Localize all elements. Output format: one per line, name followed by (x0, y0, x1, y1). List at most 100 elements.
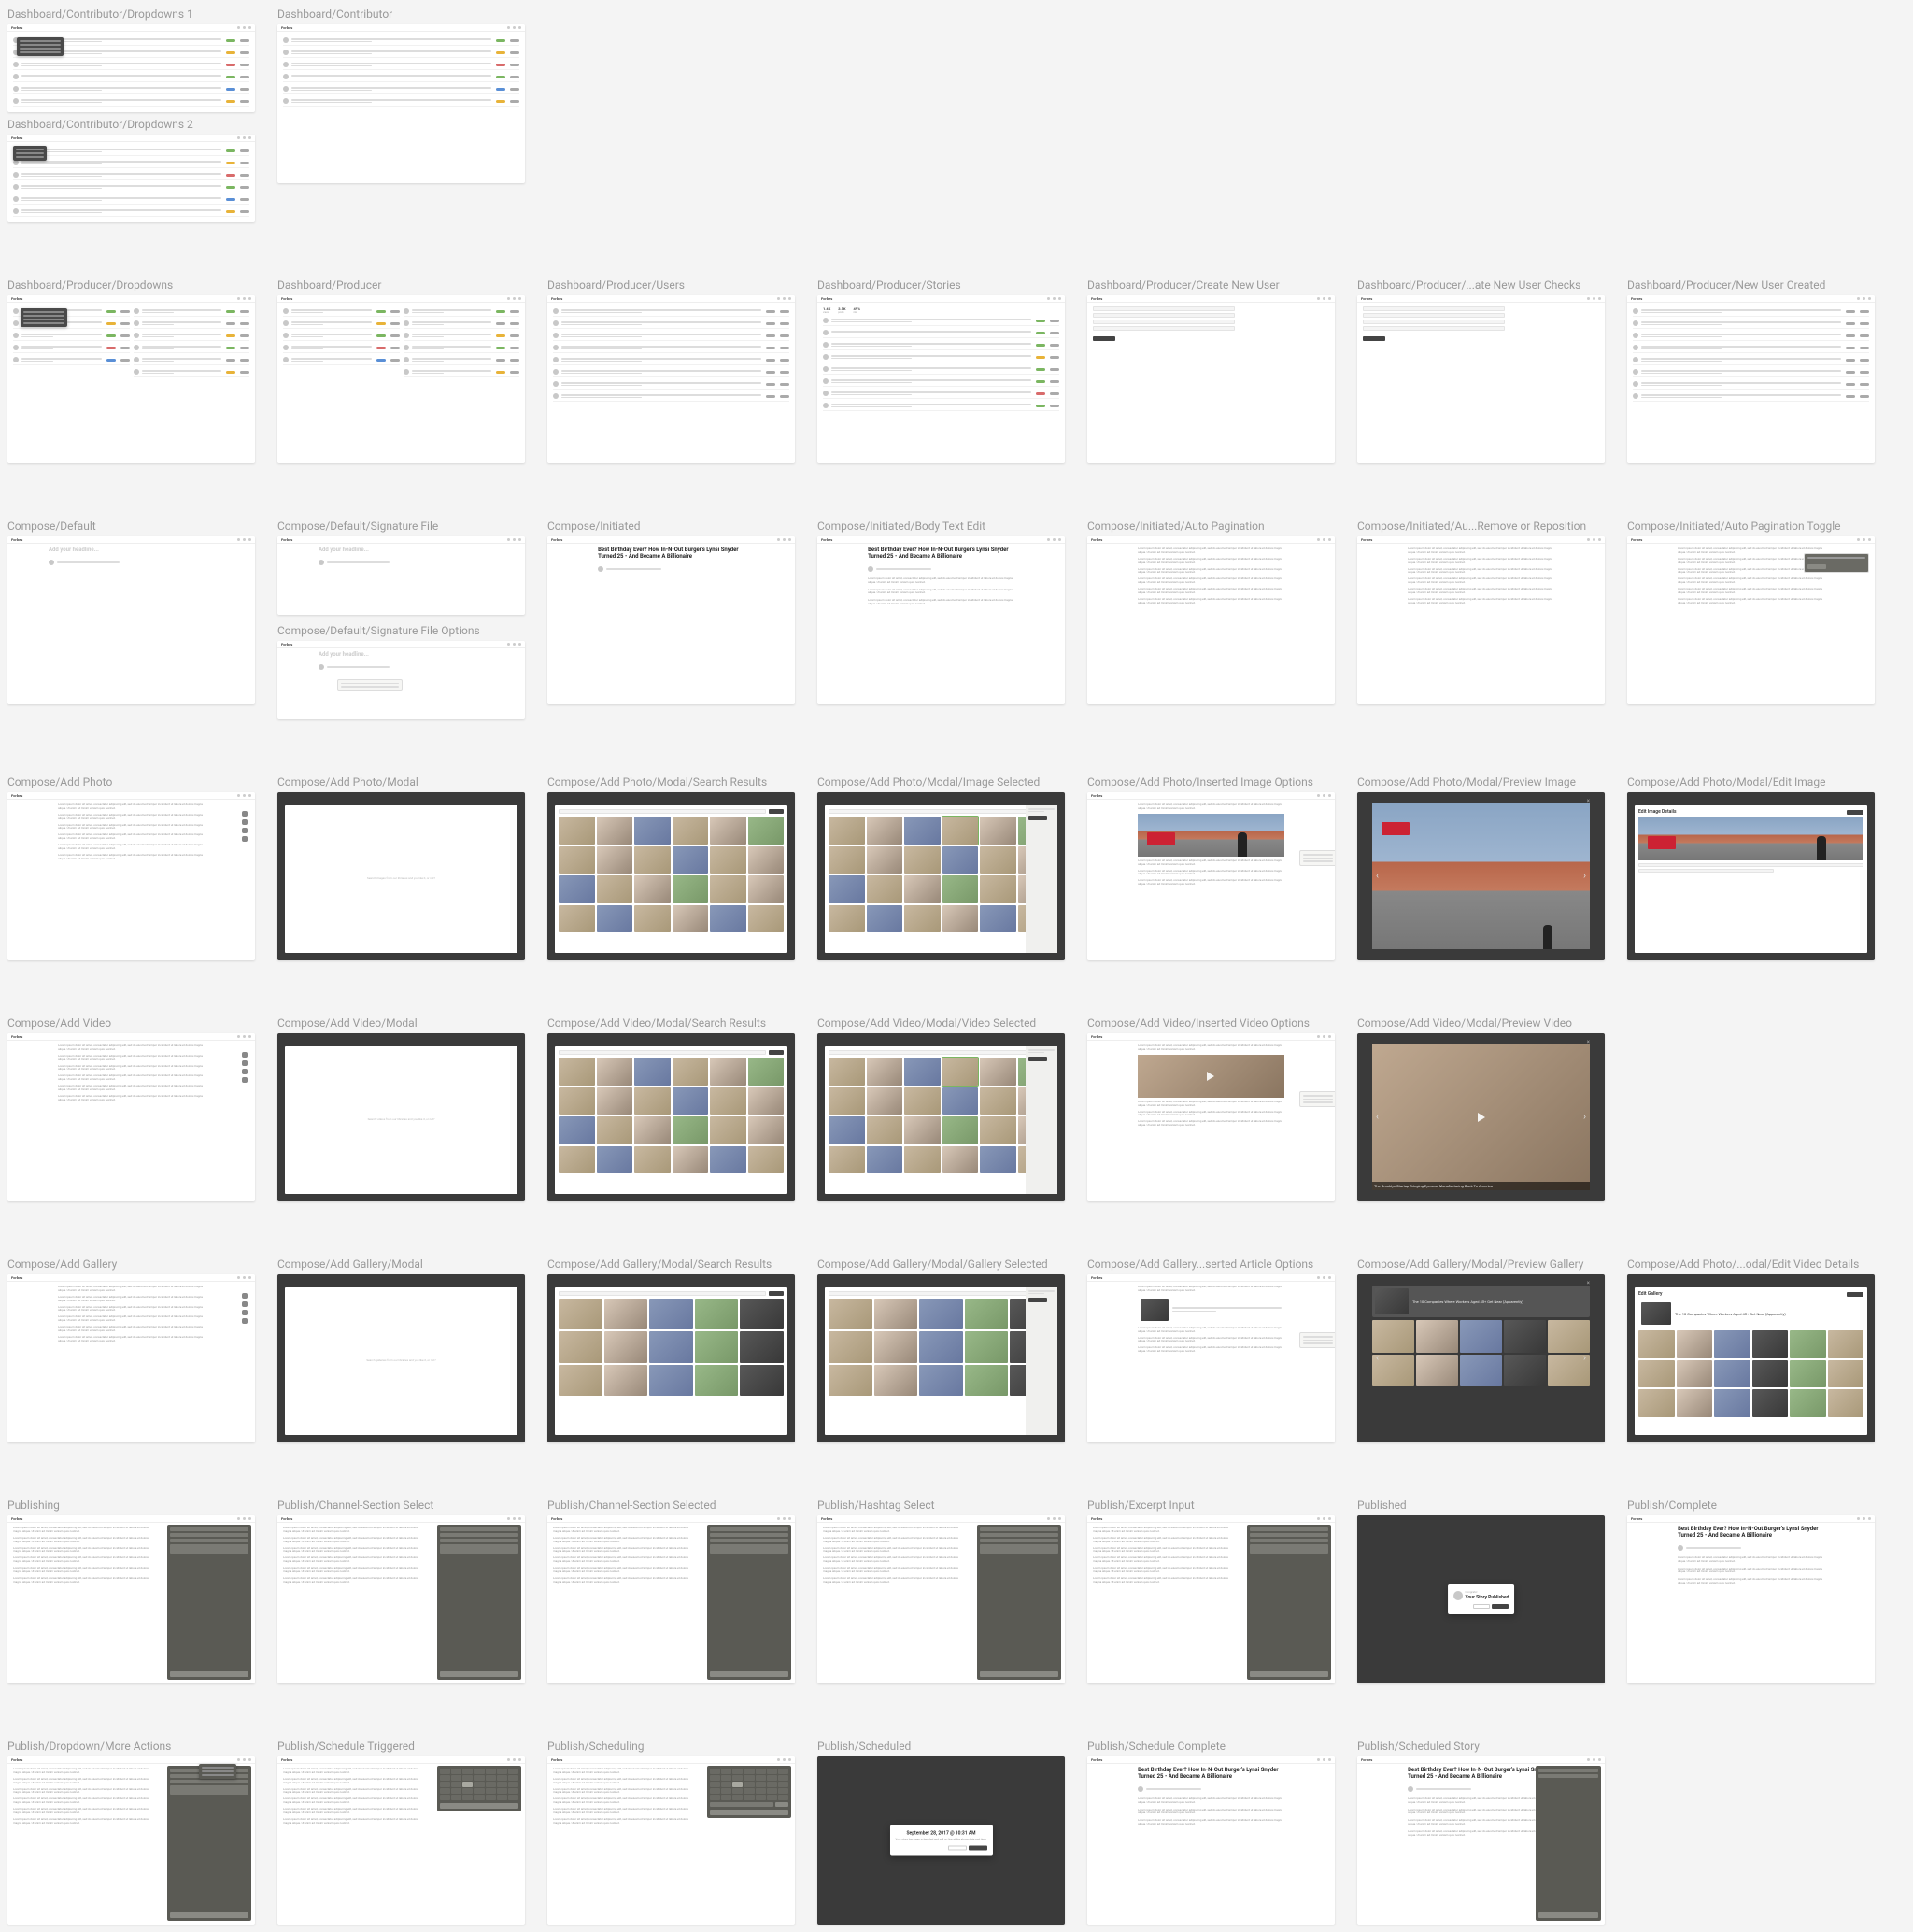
close-icon[interactable]: × (1587, 1280, 1590, 1286)
calendar-day[interactable] (732, 1795, 743, 1800)
thumbnail[interactable] (829, 1058, 865, 1086)
calendar-day[interactable] (508, 1769, 518, 1774)
gallery-slide-thumb[interactable] (1714, 1330, 1750, 1358)
calendar-day[interactable] (451, 1782, 461, 1787)
thumbnail[interactable] (829, 1116, 865, 1144)
calendar-day[interactable] (710, 1775, 720, 1781)
calendar-day[interactable] (474, 1788, 484, 1794)
artboard[interactable]: Forbes Lorem ipsum dolor sit amet, conse… (817, 1515, 1065, 1683)
artboard[interactable]: Forbes Lorem ipsum dolor sit amet, conse… (1087, 1033, 1335, 1201)
insert-button[interactable] (1028, 1057, 1047, 1061)
list-item[interactable] (13, 84, 249, 94)
list-item[interactable] (553, 306, 789, 317)
list-item[interactable] (13, 60, 249, 70)
channel-select[interactable] (980, 1527, 1058, 1531)
thumbnail[interactable] (634, 905, 671, 933)
thumbnail[interactable] (748, 1058, 785, 1086)
calendar-day[interactable] (508, 1775, 518, 1781)
calendar-day[interactable] (440, 1782, 450, 1787)
publish-button[interactable] (170, 1912, 248, 1918)
thumbnail[interactable] (597, 875, 633, 903)
thumbnail[interactable] (673, 846, 709, 874)
artboard[interactable]: Forbes Best Birthday Ever? How In-N-Out … (817, 536, 1065, 704)
add-video-icon[interactable] (242, 1301, 248, 1307)
artboard[interactable] (547, 1033, 795, 1201)
list-item[interactable] (553, 391, 789, 402)
thumbnail[interactable] (673, 875, 709, 903)
section-select[interactable] (710, 1533, 788, 1537)
thumbnail[interactable] (559, 1087, 595, 1115)
gallery-thumbnail[interactable] (965, 1365, 1009, 1396)
calendar-day[interactable] (744, 1788, 754, 1794)
next-arrow-icon[interactable]: › (1583, 1113, 1586, 1123)
calendar-day[interactable] (462, 1782, 473, 1787)
calendar[interactable] (437, 1766, 521, 1811)
schedule-button[interactable] (710, 1810, 788, 1815)
list-item[interactable] (404, 319, 520, 329)
artboard[interactable]: Forbes Lorem ipsum dolor sit amet, conse… (1627, 536, 1875, 704)
artboard[interactable]: Forbes Lorem ipsum dolor sit amet, conse… (1087, 536, 1335, 704)
thumbnail[interactable] (597, 846, 633, 874)
text-input[interactable] (1363, 313, 1505, 318)
insert-button[interactable] (1028, 1298, 1047, 1302)
list-item[interactable] (283, 48, 519, 58)
calendar-day[interactable] (451, 1788, 461, 1794)
submit-button[interactable] (1363, 336, 1385, 341)
search-input[interactable] (829, 1050, 1036, 1055)
gallery-thumbnail[interactable] (695, 1331, 739, 1362)
artboard[interactable]: Forbes Best Birthday Ever? How In-N-Out … (547, 536, 795, 704)
thumbnail[interactable] (673, 1116, 709, 1144)
gallery-slide-thumb[interactable] (1752, 1330, 1789, 1358)
gallery-slide-thumb[interactable] (1790, 1360, 1826, 1388)
thumbnail[interactable] (942, 905, 979, 933)
artboard[interactable]: Forbes (1087, 295, 1335, 463)
hashtag-input[interactable] (170, 1780, 248, 1783)
thumbnail[interactable] (634, 1087, 671, 1115)
thumbnail[interactable] (980, 875, 1016, 903)
calendar-day[interactable] (474, 1775, 484, 1781)
gallery-slide-thumb[interactable] (1677, 1389, 1713, 1417)
thumbnail[interactable] (829, 1146, 865, 1174)
list-item[interactable] (823, 316, 1059, 326)
list-item[interactable] (13, 331, 130, 341)
thumbnail[interactable] (904, 1146, 941, 1174)
artboard[interactable]: Forbes Lorem ipsum dolor sit amet, conse… (1087, 1274, 1335, 1442)
artboard[interactable]: Forbes Lorem ipsum dolor sit amet, conse… (7, 1515, 255, 1683)
headline-input[interactable]: Add your headline... (49, 547, 214, 554)
list-item[interactable] (553, 343, 789, 353)
calendar-day[interactable] (710, 1769, 720, 1774)
publish-button[interactable] (980, 1671, 1058, 1677)
artboard[interactable]: Forbes (7, 24, 255, 112)
inserted-gallery-card[interactable] (1138, 1296, 1284, 1324)
dropdown-menu[interactable] (21, 308, 67, 327)
caption-input[interactable] (1638, 863, 1863, 867)
thumbnail[interactable] (673, 1058, 709, 1086)
schedule-button[interactable] (440, 1803, 518, 1809)
calendar-day[interactable] (508, 1788, 518, 1794)
search-input[interactable] (559, 1291, 766, 1296)
thumbnail[interactable] (980, 846, 1016, 874)
list-item[interactable] (553, 367, 789, 377)
thumbnail[interactable] (748, 1087, 785, 1115)
gallery-slide-thumb[interactable] (1638, 1389, 1675, 1417)
list-item[interactable] (1633, 343, 1869, 353)
calendar-day[interactable] (462, 1775, 473, 1781)
gallery-slide-thumb[interactable] (1752, 1389, 1789, 1417)
list-item[interactable] (823, 389, 1059, 399)
calendar-day[interactable] (486, 1769, 496, 1774)
thumbnail[interactable] (673, 817, 709, 845)
list-item[interactable] (823, 401, 1059, 411)
list-item[interactable] (13, 146, 249, 156)
thumbnail[interactable] (673, 1087, 709, 1115)
thumbnail[interactable] (597, 1087, 633, 1115)
list-item[interactable] (1633, 306, 1869, 317)
gallery-thumbnail[interactable] (965, 1299, 1009, 1329)
artboard[interactable]: Forbes (277, 24, 525, 183)
artboard[interactable]: Forbes Add your headline... (7, 536, 255, 704)
artboard[interactable]: Forbes Lorem ipsum dolor sit amet, conse… (7, 1756, 255, 1925)
calendar-day[interactable] (486, 1795, 496, 1800)
prev-arrow-icon[interactable]: ‹ (1376, 1113, 1379, 1123)
publish-button[interactable] (1250, 1671, 1328, 1677)
thumbnail[interactable] (867, 1087, 903, 1115)
calendar-day[interactable] (451, 1795, 461, 1800)
